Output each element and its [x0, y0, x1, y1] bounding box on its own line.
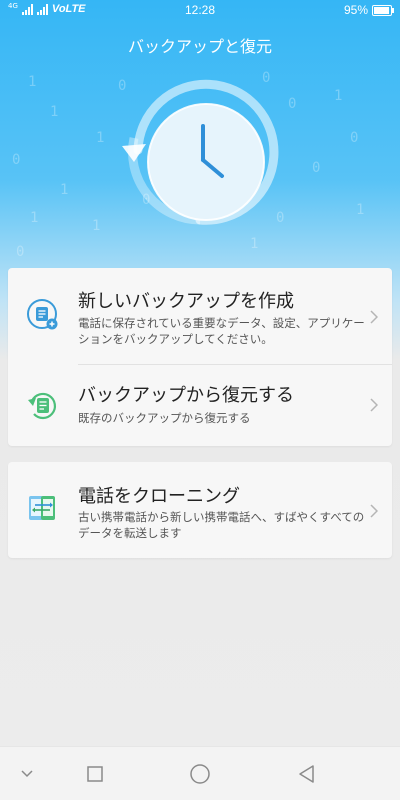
- restore-backup-row[interactable]: バックアップから復元する 既存のバックアップから復元する: [8, 365, 392, 446]
- chevron-right-icon: [370, 398, 378, 412]
- recents-square-icon[interactable]: [82, 761, 108, 787]
- battery-percent: 95%: [343, 3, 368, 17]
- battery-level: [374, 6, 389, 14]
- phone-clone-title: 電話をクローニング: [78, 486, 240, 507]
- backup-restore-screen: 4G VoLTE 12:28 95% バックアップと復元 10011001010…: [0, 0, 400, 800]
- create-backup-description: 電話に保存されている重要なデータ、設定、アプリケーションをバックアップしてくださ…: [78, 316, 365, 346]
- phone-clone-row[interactable]: 電話をクローニング 古い携帯電話から新しい携帯電話へ、すばやくすべてのデータを転…: [8, 462, 392, 558]
- back-triangle-icon[interactable]: [294, 761, 320, 787]
- home-circle-icon[interactable]: [187, 761, 213, 787]
- restore-backup-description: 既存のバックアップから復元する: [78, 411, 251, 425]
- phone-clone-description: 古い携帯電話から新しい携帯電話へ、すばやくすべてのデータを転送します: [78, 510, 365, 540]
- chevron-right-icon: [370, 310, 378, 324]
- status-bar: 4G VoLTE 12:28 95%: [0, 0, 400, 22]
- page-title: バックアップと復元: [127, 37, 272, 56]
- create-backup-row[interactable]: 新しいバックアップを作成 電話に保存されている重要なデータ、設定、アプリケーショ…: [8, 268, 392, 364]
- phone-clone-icon: [29, 496, 55, 520]
- restore-icon: [28, 392, 56, 420]
- new-backup-icon: [27, 299, 58, 330]
- clone-card: 電話をクローニング 古い携帯電話から新しい携帯電話へ、すばやくすべてのデータを転…: [8, 462, 392, 558]
- restore-backup-title: バックアップから復元する: [78, 385, 294, 406]
- chevron-right-icon: [370, 504, 378, 518]
- backup-options-card: 新しいバックアップを作成 電話に保存されている重要なデータ、設定、アプリケーショ…: [8, 268, 392, 446]
- chevron-down-icon[interactable]: [14, 761, 40, 787]
- create-backup-title: 新しいバックアップを作成: [78, 291, 294, 312]
- status-time: 12:28: [184, 3, 216, 17]
- navigation-bar: [0, 746, 400, 800]
- status-right: 95%: [343, 3, 394, 17]
- battery-icon: [372, 4, 394, 16]
- clock-restore-icon: [122, 79, 279, 225]
- hero-illustration: 100110010100110110: [0, 60, 400, 260]
